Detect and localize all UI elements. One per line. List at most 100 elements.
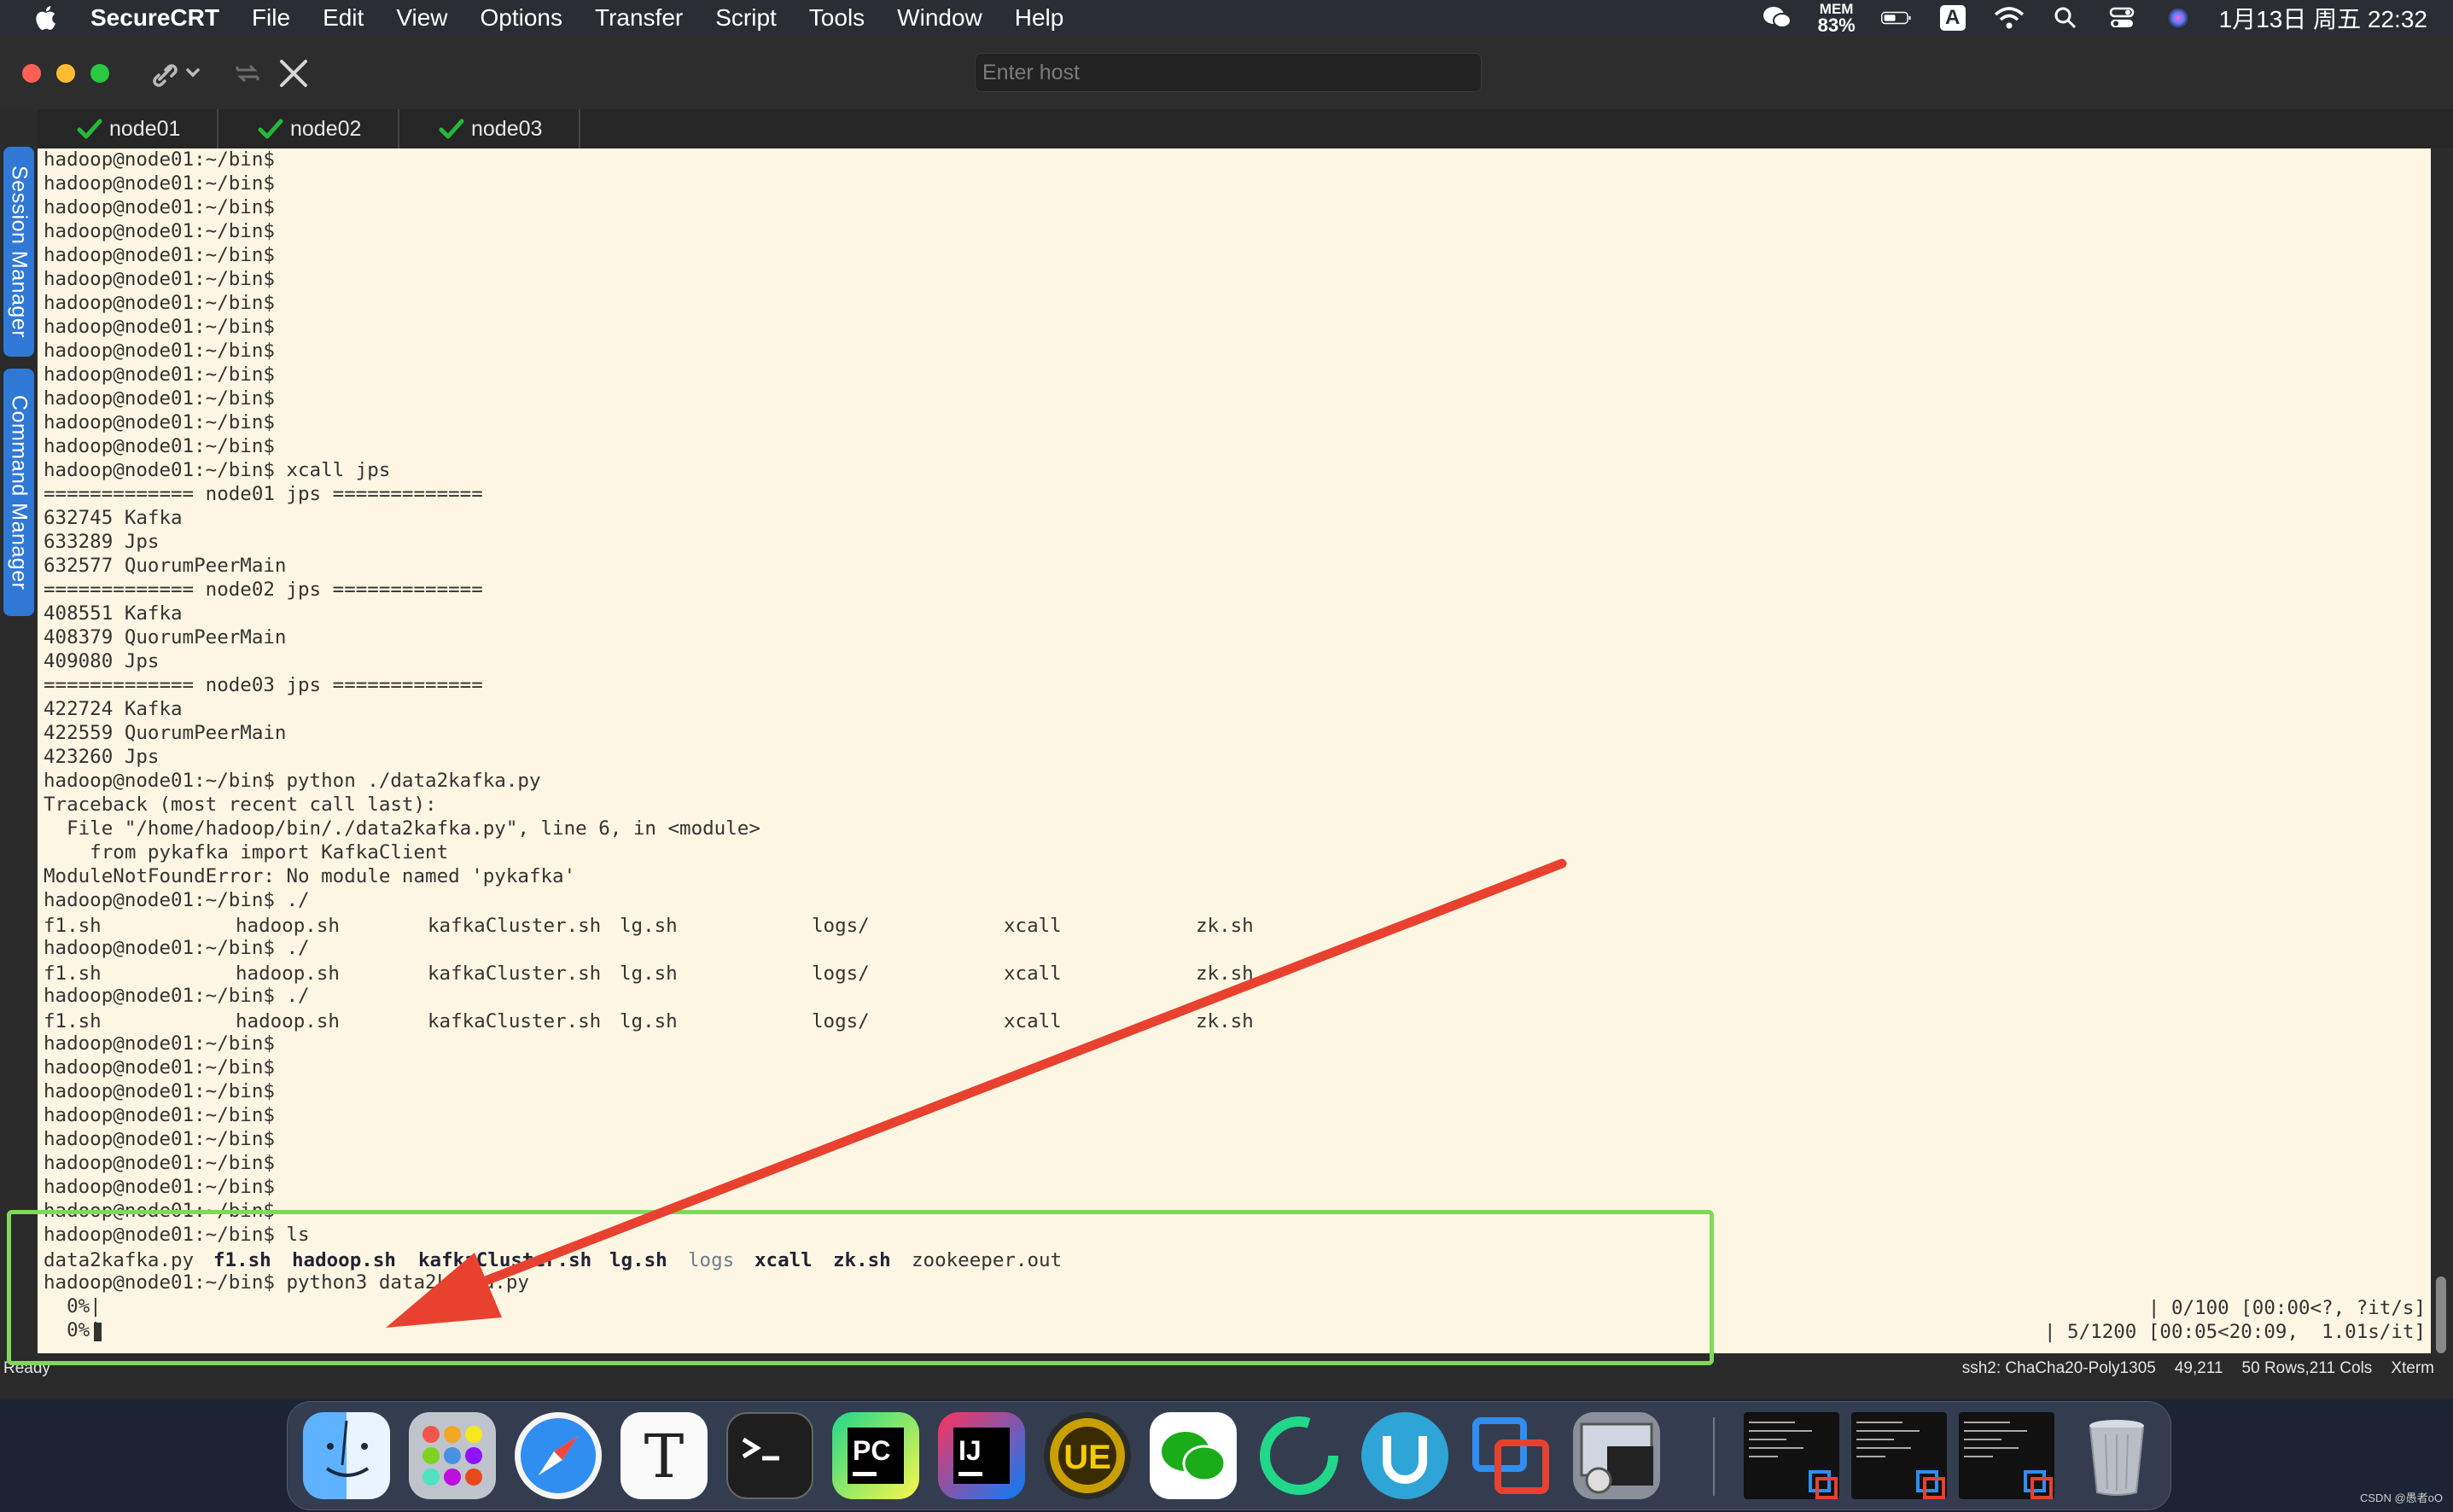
terminal-line: hadoop@node01:~/bin$ ./ bbox=[44, 937, 310, 959]
completion-entry: hadoop.sh bbox=[236, 915, 340, 937]
command-manager-tab[interactable]: Command Manager bbox=[3, 369, 34, 616]
launchpad-icon[interactable] bbox=[409, 1412, 496, 1499]
reconnect-icon bbox=[236, 64, 259, 83]
terminal-line: hadoop@node01:~/bin$ bbox=[44, 1080, 275, 1102]
svg-text:UE: UE bbox=[1063, 1439, 1111, 1476]
battery-icon[interactable] bbox=[1880, 5, 1912, 31]
terminal-line: hadoop@node01:~/bin$ bbox=[44, 1032, 275, 1055]
window-toolbar bbox=[0, 36, 2453, 109]
completion-entry: logs/ bbox=[812, 962, 870, 985]
tab-node01[interactable]: node01 bbox=[38, 109, 218, 148]
pycharm-ce-icon[interactable] bbox=[1256, 1412, 1343, 1499]
svg-text:T: T bbox=[644, 1422, 685, 1492]
apple-icon[interactable] bbox=[32, 3, 61, 32]
terminal-line: 423260 Jps bbox=[44, 746, 160, 768]
terminal-line: ============= node03 jps ============= bbox=[44, 674, 483, 696]
menu-edit[interactable]: Edit bbox=[323, 4, 364, 32]
csdn-watermark: CSDN @愚者oO bbox=[2360, 1492, 2443, 1504]
window-thumb-icon[interactable] bbox=[1851, 1412, 1947, 1499]
terminal-line: hadoop@node01:~/bin$ bbox=[44, 244, 275, 266]
host-input[interactable] bbox=[975, 53, 1482, 92]
memory-indicator[interactable]: MEM 83% bbox=[1818, 2, 1856, 35]
input-source-icon[interactable]: A bbox=[1937, 5, 1968, 31]
terminal-line: 408379 QuorumPeerMain bbox=[44, 626, 287, 648]
input-source-label: A bbox=[1939, 5, 1966, 31]
memory-value: 83% bbox=[1817, 14, 1856, 36]
progress-readout: | 5/1200 [00:05<20:09, 1.01s/it] bbox=[2043, 1321, 2426, 1343]
terminal-line: hadoop@node01:~/bin$ bbox=[44, 316, 275, 338]
connect-dropdown-button[interactable] bbox=[147, 58, 203, 89]
terminal-scrollbar[interactable] bbox=[2431, 148, 2453, 1353]
menu-file[interactable]: File bbox=[252, 4, 290, 32]
securecrt-window: node01 node02 node03 Session Manager Com… bbox=[0, 36, 2453, 1399]
checkmark-icon bbox=[439, 119, 464, 139]
window-thumb-icon[interactable] bbox=[1744, 1412, 1839, 1499]
terminal-line: hadoop@node01:~/bin$ bbox=[44, 411, 275, 433]
minimize-window-button[interactable] bbox=[56, 64, 75, 83]
close-window-button[interactable] bbox=[22, 64, 41, 83]
finder-icon[interactable] bbox=[303, 1412, 390, 1499]
scrollbar-thumb[interactable] bbox=[2436, 1276, 2446, 1353]
wechat-icon[interactable] bbox=[1150, 1412, 1237, 1499]
siri-icon[interactable] bbox=[2163, 5, 2194, 31]
menu-tools[interactable]: Tools bbox=[809, 4, 865, 32]
status-size: 50 Rows,211 Cols bbox=[2241, 1359, 2373, 1377]
menu-window[interactable]: Window bbox=[897, 4, 982, 32]
control-center-icon[interactable] bbox=[2106, 5, 2137, 31]
zoom-window-button[interactable] bbox=[90, 64, 109, 83]
app-name-menu[interactable]: SecureCRT bbox=[90, 4, 219, 32]
upscale-icon[interactable] bbox=[1361, 1412, 1448, 1499]
menu-options[interactable]: Options bbox=[481, 4, 563, 32]
terminal-line: 633289 Jps bbox=[44, 531, 160, 553]
svg-text:IJ: IJ bbox=[958, 1435, 982, 1466]
tab-node03[interactable]: node03 bbox=[399, 109, 580, 148]
terminal-line: hadoop@node01:~/bin$ bbox=[44, 363, 275, 386]
tab-node02[interactable]: node02 bbox=[218, 109, 399, 148]
terminal-line: hadoop@node01:~/bin$ ./ bbox=[44, 889, 310, 911]
completion-entry: kafkaCluster.sh bbox=[428, 962, 602, 985]
ultraedit-icon[interactable]: UE bbox=[1044, 1412, 1131, 1499]
completion-entry: kafkaCluster.sh bbox=[428, 915, 602, 937]
progress-readout: | 0/100 [00:00<?, ?it/s] bbox=[2147, 1297, 2426, 1319]
terminal-line: ModuleNotFoundError: No module named 'py… bbox=[44, 865, 576, 887]
completion-entry: hadoop.sh bbox=[236, 962, 340, 985]
terminal-line: from pykafka import KafkaClient bbox=[44, 841, 449, 864]
terminal-output[interactable]: hadoop@node01:~/bin$ hadoop@node01:~/bin$… bbox=[38, 148, 2431, 1353]
green-highlight-box bbox=[7, 1210, 1714, 1365]
terminal-line: 422559 QuorumPeerMain bbox=[44, 722, 287, 744]
intellij-icon[interactable]: IJ bbox=[938, 1412, 1025, 1499]
terminal-line: hadoop@node01:~/bin$ bbox=[44, 1056, 275, 1079]
wechat-status-icon[interactable] bbox=[1762, 5, 1792, 31]
session-tab-bar: node01 node02 node03 bbox=[38, 109, 2453, 149]
typora-icon[interactable]: T bbox=[621, 1412, 708, 1499]
session-manager-tab[interactable]: Session Manager bbox=[3, 147, 34, 357]
trash-icon[interactable] bbox=[2073, 1412, 2160, 1499]
securecrt-icon[interactable] bbox=[1573, 1412, 1660, 1499]
window-thumb-icon[interactable] bbox=[1959, 1412, 2054, 1499]
completion-entry: lg.sh bbox=[620, 915, 678, 937]
menu-clock[interactable]: 1月13日 周五 22:32 bbox=[2219, 1, 2427, 35]
terminal-line: hadoop@node01:~/bin$ bbox=[44, 1152, 275, 1174]
terminal-line: hadoop@node01:~/bin$ bbox=[44, 1176, 275, 1198]
menu-transfer[interactable]: Transfer bbox=[595, 4, 683, 32]
terminal-line: hadoop@node01:~/bin$ bbox=[44, 196, 275, 218]
terminal-line: 409080 Jps bbox=[44, 650, 160, 672]
status-term: Xterm bbox=[2391, 1359, 2434, 1377]
reconnect-button[interactable] bbox=[232, 58, 263, 89]
tab-label: node02 bbox=[290, 116, 362, 141]
disconnect-button[interactable] bbox=[278, 58, 309, 89]
terminal-line: hadoop@node01:~/bin$ bbox=[44, 387, 275, 410]
safari-icon[interactable] bbox=[515, 1412, 602, 1499]
completion-entry: lg.sh bbox=[620, 1010, 678, 1032]
vmware-icon[interactable] bbox=[1467, 1412, 1554, 1499]
completion-entry: logs/ bbox=[812, 1010, 870, 1032]
pycharm-icon[interactable]: PC bbox=[832, 1412, 919, 1499]
memory-label: MEM bbox=[1819, 0, 1854, 17]
tab-label: node01 bbox=[109, 116, 181, 141]
menu-script[interactable]: Script bbox=[715, 4, 777, 32]
terminal-icon[interactable] bbox=[726, 1412, 813, 1499]
wifi-icon[interactable] bbox=[1994, 5, 2025, 31]
menu-help[interactable]: Help bbox=[1015, 4, 1064, 32]
spotlight-search-icon[interactable] bbox=[2050, 5, 2081, 31]
menu-view[interactable]: View bbox=[396, 4, 447, 32]
